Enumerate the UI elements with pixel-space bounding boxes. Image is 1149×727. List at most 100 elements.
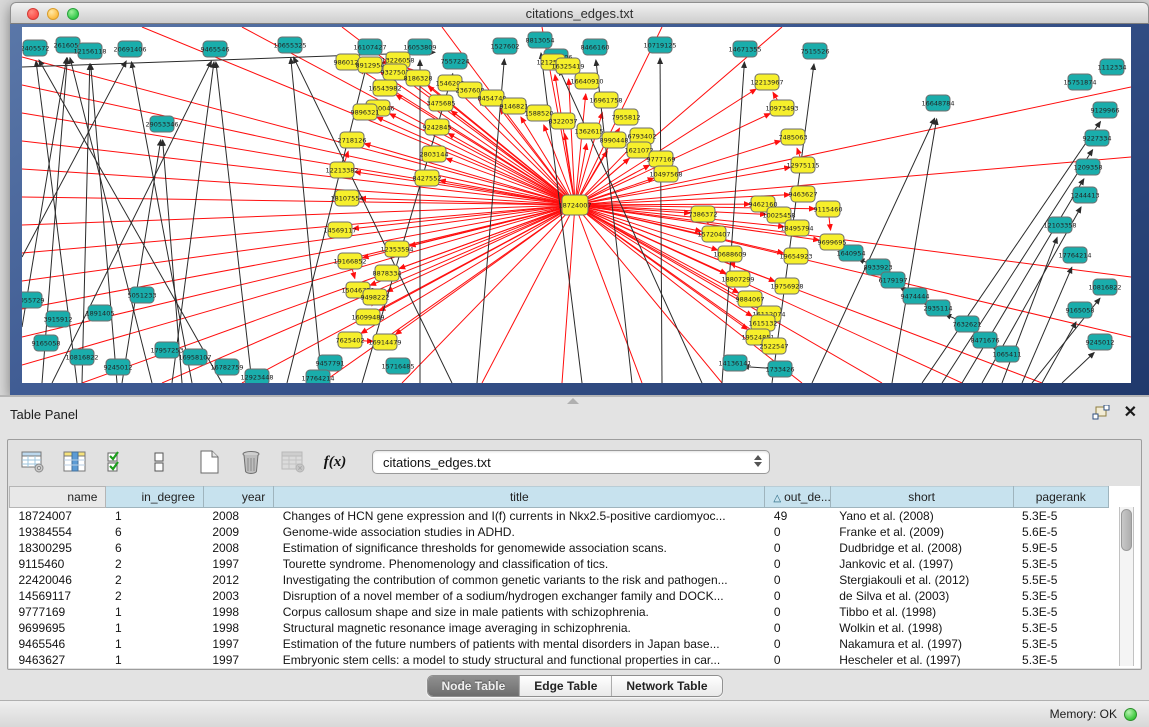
table-cell[interactable]: Investigating the contribution of common… — [274, 572, 765, 588]
graph-node[interactable]: 19756928 — [770, 278, 803, 294]
table-cell[interactable]: 5.3E-5 — [1013, 620, 1108, 636]
graph-node[interactable]: 8471676 — [971, 332, 1000, 348]
graph-node[interactable]: 18724007 — [558, 195, 591, 215]
graph-node[interactable]: 1244413 — [1071, 187, 1100, 203]
graph-node[interactable]: 3475685 — [427, 95, 456, 111]
graph-node[interactable]: 9699695 — [818, 234, 847, 250]
column-header-title[interactable]: title — [274, 487, 765, 508]
graph-node[interactable]: 2405572 — [22, 40, 49, 56]
graph-node[interactable]: 8322037 — [549, 113, 578, 129]
table-cell[interactable]: 5.3E-5 — [1013, 508, 1108, 524]
graph-node[interactable]: 10719125 — [643, 37, 676, 53]
table-row[interactable]: 1456911722003Disruption of a novel membe… — [10, 588, 1109, 604]
table-selector-dropdown[interactable]: citations_edges.txt — [372, 450, 770, 474]
table-cell[interactable]: Hescheler et al. (1997) — [830, 652, 1013, 668]
table-cell[interactable]: 1997 — [203, 556, 273, 572]
graph-node[interactable]: 9129966 — [1091, 102, 1120, 118]
table-row[interactable]: 1938455462009Genome-wide association stu… — [10, 524, 1109, 540]
table-cell[interactable]: 1 — [106, 604, 203, 620]
graph-node[interactable]: 15720407 — [697, 226, 730, 242]
table-row[interactable]: 977716911998Corpus callosum shape and si… — [10, 604, 1109, 620]
graph-node[interactable]: 2935114 — [924, 300, 953, 316]
table-cell[interactable]: Genome-wide association studies in ADHD. — [274, 524, 765, 540]
table-cell[interactable]: 2 — [106, 588, 203, 604]
graph-node[interactable]: 18495794 — [780, 220, 813, 236]
table-cell[interactable]: Yano et al. (2008) — [830, 508, 1013, 524]
graph-node[interactable]: 9884067 — [736, 291, 765, 307]
graph-node[interactable]: 1065411 — [993, 346, 1022, 362]
table-cell[interactable]: Disruption of a novel member of a sodium… — [274, 588, 765, 604]
graph-node[interactable]: 9227334 — [1083, 130, 1112, 146]
table-cell[interactable]: 5.3E-5 — [1013, 604, 1108, 620]
table-cell[interactable]: 0 — [765, 556, 830, 572]
table-cell[interactable]: 0 — [765, 604, 830, 620]
table-cell[interactable]: 0 — [765, 524, 830, 540]
table-cell[interactable]: 9699695 — [10, 620, 106, 636]
table-cell[interactable]: 2008 — [203, 508, 273, 524]
graph-node[interactable]: 12353594 — [380, 241, 413, 257]
graph-node[interactable]: 7485063 — [779, 129, 808, 145]
graph-node[interactable]: 16107427 — [353, 39, 386, 55]
graph-node[interactable]: 9115460 — [814, 201, 843, 217]
graph-node[interactable]: 7386372 — [689, 206, 718, 222]
table-cell[interactable]: 2003 — [203, 588, 273, 604]
graph-node[interactable]: 1891405 — [86, 305, 115, 321]
graph-node[interactable]: 19166852 — [333, 253, 366, 269]
table-cell[interactable]: 1998 — [203, 604, 273, 620]
table-cell[interactable]: Estimation of the future numbers of pati… — [274, 636, 765, 652]
table-cell[interactable]: 22420046 — [10, 572, 106, 588]
table-mode-icon[interactable] — [20, 449, 46, 475]
graph-node[interactable]: 7632621 — [953, 316, 982, 332]
function-builder-icon[interactable]: f(x) — [322, 449, 348, 475]
table-cell[interactable]: 18724007 — [10, 508, 106, 524]
graph-node[interactable]: 1112334 — [1098, 59, 1127, 75]
table-cell[interactable]: Tourette syndrome. Phenomenology and cla… — [274, 556, 765, 572]
graph-node[interactable]: 14569117 — [323, 222, 356, 238]
scrollbar-thumb[interactable] — [1121, 509, 1132, 551]
graph-node[interactable]: 8878334 — [373, 265, 402, 281]
graph-node[interactable]: 9474444 — [901, 288, 930, 304]
network-canvas[interactable]: 2405572261605012156118206914069465546106… — [22, 27, 1131, 383]
table-cell[interactable]: 5.3E-5 — [1013, 556, 1108, 572]
graph-node[interactable]: 17764214 — [1058, 247, 1091, 263]
graph-node[interactable]: 12213967 — [750, 74, 783, 90]
graph-node[interactable]: 9463627 — [789, 186, 818, 202]
table-cell[interactable]: 2012 — [203, 572, 273, 588]
table-cell[interactable]: 6 — [106, 540, 203, 556]
graph-node[interactable]: 3915912 — [44, 311, 73, 327]
graph-node[interactable]: 1209358 — [1074, 159, 1103, 175]
graph-node[interactable]: 5051233 — [128, 287, 157, 303]
citation-graph[interactable]: 2405572261605012156118206914069465546106… — [22, 27, 1131, 383]
column-header-in_degree[interactable]: in_degree — [106, 487, 203, 508]
graph-node[interactable]: 9242845 — [423, 119, 452, 135]
graph-node[interactable]: 19654923 — [779, 248, 812, 264]
graph-node[interactable]: 16958107 — [178, 349, 211, 365]
table-row[interactable]: 1872400712008Changes of HCN gene express… — [10, 508, 1109, 524]
table-cell[interactable]: 2 — [106, 556, 203, 572]
table-cell[interactable]: Stergiakouli et al. (2012) — [830, 572, 1013, 588]
table-cell[interactable]: 9115460 — [10, 556, 106, 572]
table-cell[interactable]: 6 — [106, 524, 203, 540]
graph-node[interactable]: 2718126 — [338, 132, 367, 148]
graph-node[interactable]: 9245012 — [1086, 334, 1115, 350]
graph-node[interactable]: 12975115 — [786, 157, 819, 173]
graph-node[interactable]: 12213382 — [325, 162, 358, 178]
table-row[interactable]: 1830029562008Estimation of significance … — [10, 540, 1109, 556]
table-cell[interactable]: 5.9E-5 — [1013, 540, 1108, 556]
table-cell[interactable]: de Silva et al. (2003) — [830, 588, 1013, 604]
table-cell[interactable]: 5.3E-5 — [1013, 652, 1108, 668]
table-cell[interactable]: 49 — [765, 508, 830, 524]
column-header-name[interactable]: name — [10, 487, 106, 508]
graph-node[interactable]: 17764214 — [301, 370, 334, 383]
table-cell[interactable]: Franke et al. (2009) — [830, 524, 1013, 540]
table-row[interactable]: 946554611997Estimation of the future num… — [10, 636, 1109, 652]
graph-node[interactable]: 18807299 — [721, 271, 754, 287]
table-cell[interactable]: 0 — [765, 572, 830, 588]
graph-node[interactable]: 10973493 — [765, 100, 798, 116]
table-cell[interactable]: 1998 — [203, 620, 273, 636]
select-columns-icon[interactable] — [104, 449, 130, 475]
graph-node[interactable]: 1733426 — [766, 361, 795, 377]
table-row[interactable]: 946362711997Embryonic stem cells: a mode… — [10, 652, 1109, 668]
float-panel-icon[interactable] — [1092, 405, 1110, 421]
graph-node[interactable]: 9165058 — [32, 335, 61, 351]
